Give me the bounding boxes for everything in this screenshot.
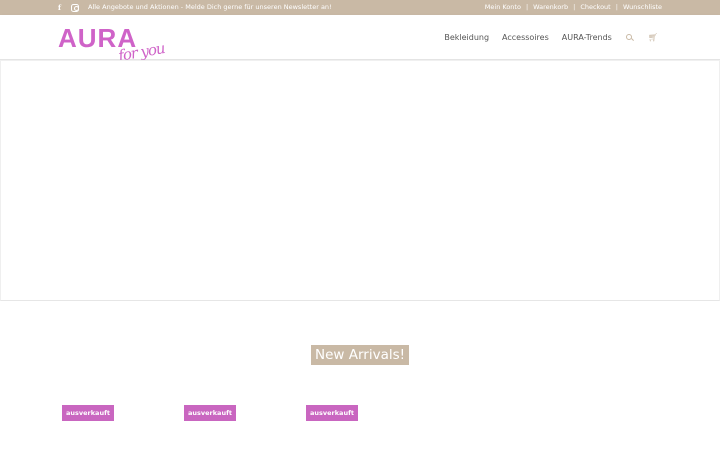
hero-banner (0, 60, 720, 301)
sold-out-badge: ausverkauft (306, 405, 359, 421)
link-checkout[interactable]: Checkout (580, 3, 610, 11)
link-mein-konto[interactable]: Mein Konto (485, 3, 521, 11)
promo-text: Alle Angebote und Aktionen - Melde Dich … (88, 3, 332, 11)
link-separator: | (525, 3, 529, 11)
main-nav: Bekleidung Accessoires AURA-Trends 🛒︎ (431, 30, 658, 45)
nav-item-aura-trends[interactable]: AURA-Trends (562, 33, 612, 42)
site-header: AURA for you Bekleidung Accessoires AURA… (0, 15, 720, 65)
top-bar: f Alle Angebote und Aktionen - Melde Dic… (0, 0, 720, 15)
sold-out-badge: ausverkauft (184, 405, 237, 421)
link-warenkorb[interactable]: Warenkorb (533, 3, 568, 11)
link-separator: | (615, 3, 618, 11)
cart-icon[interactable]: 🛒︎ (648, 33, 658, 42)
nav-item-accessoires[interactable]: Accessoires (502, 33, 549, 42)
nav-item-bekleidung[interactable]: Bekleidung (444, 33, 489, 42)
instagram-icon[interactable] (71, 3, 79, 12)
link-wunschliste[interactable]: Wunschliste (623, 3, 662, 11)
account-links: Mein Konto | Warenkorb | Checkout | Wunschlist… (485, 0, 662, 15)
search-icon[interactable] (625, 33, 634, 42)
sold-out-badge: ausverkauft (62, 405, 115, 421)
facebook-icon[interactable]: f (58, 0, 61, 15)
section-title: New Arrivals! (311, 345, 410, 365)
link-separator: | (573, 3, 576, 11)
